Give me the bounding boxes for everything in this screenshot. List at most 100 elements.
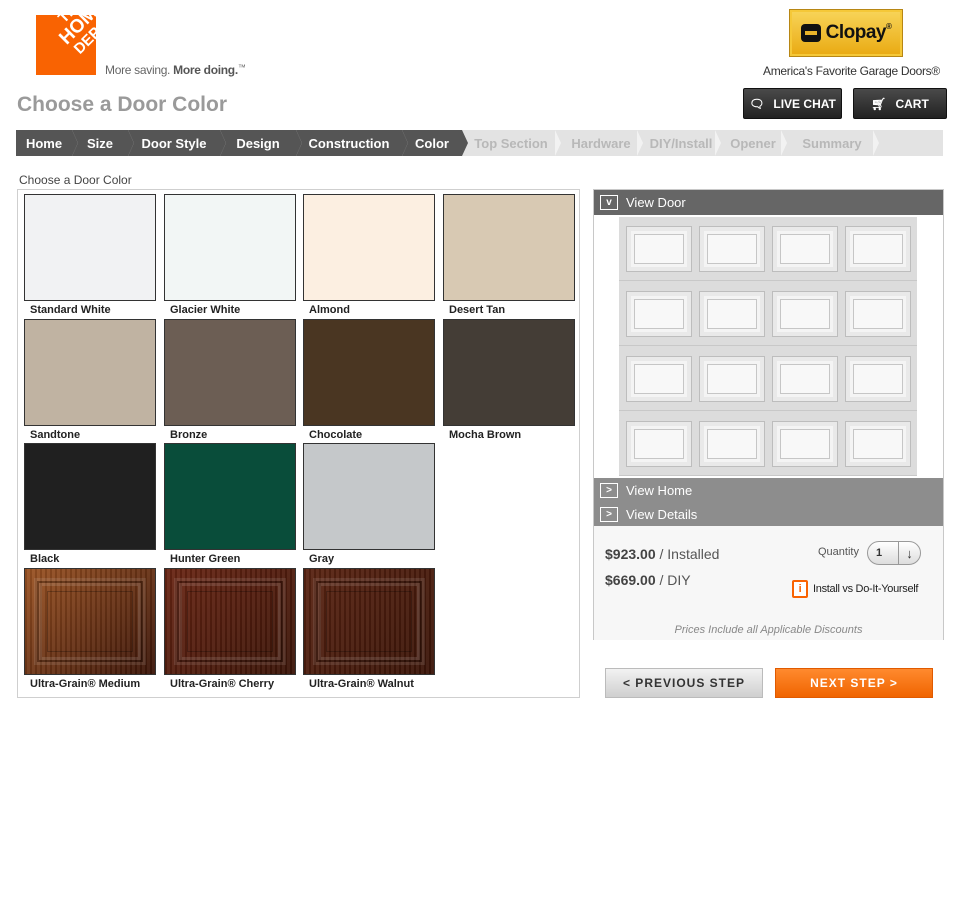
- installed-price: $923.00 / Installed: [605, 546, 720, 562]
- door-panel: [772, 421, 838, 467]
- color-swatch[interactable]: Black: [24, 443, 156, 565]
- door-panel: [772, 291, 838, 337]
- color-chip[interactable]: [164, 443, 296, 550]
- color-swatch[interactable]: Ultra-Grain® Walnut: [303, 568, 435, 690]
- door-panel: [626, 291, 692, 337]
- color-chip[interactable]: [443, 194, 575, 301]
- door-panel: [845, 291, 911, 337]
- home-depot-logo[interactable]: THE HOME DEPOT: [36, 15, 96, 75]
- color-chip[interactable]: [443, 319, 575, 426]
- step-construction[interactable]: Construction: [296, 130, 408, 156]
- view-door-toggle[interactable]: v View Door: [594, 190, 943, 215]
- install-vs-diy-link[interactable]: i Install vs Do-It-Yourself: [792, 580, 919, 598]
- color-name: Ultra-Grain® Cherry: [170, 678, 275, 690]
- color-chip[interactable]: [24, 568, 156, 675]
- door-section: [619, 347, 917, 411]
- door-panel: [626, 421, 692, 467]
- quantity-label: Quantity: [818, 546, 859, 558]
- view-door-label: View Door: [626, 195, 686, 210]
- color-swatch[interactable]: Hunter Green: [164, 443, 296, 565]
- clopay-mark-icon: [800, 24, 821, 42]
- door-panel: [699, 421, 765, 467]
- color-swatch-grid: Standard White Glacier White Almond Desert …: [17, 189, 580, 698]
- step-hardware: Hardware: [560, 130, 643, 156]
- door-panel: [699, 226, 765, 272]
- door-panel: [626, 226, 692, 272]
- color-name: Bronze: [170, 429, 208, 441]
- color-swatch[interactable]: Mocha Brown: [443, 319, 575, 441]
- color-swatch[interactable]: Chocolate: [303, 319, 435, 441]
- door-preview: [594, 215, 943, 478]
- view-details-toggle[interactable]: > View Details: [594, 502, 943, 526]
- view-details-label: View Details: [626, 506, 698, 522]
- install-vs-diy-label: Install vs Do-It-Yourself: [813, 583, 919, 595]
- color-name: Sandtone: [30, 429, 81, 441]
- color-swatch[interactable]: Bronze: [164, 319, 296, 441]
- color-section-label: Choose a Door Color: [19, 173, 132, 187]
- live-chat-button[interactable]: 🗨 LIVE CHAT: [743, 88, 842, 119]
- expand-icon: v: [600, 195, 618, 210]
- color-chip[interactable]: [303, 443, 435, 550]
- step-design[interactable]: Design: [220, 130, 302, 156]
- previous-step-button[interactable]: < PREVIOUS STEP: [605, 668, 763, 698]
- color-swatch[interactable]: Ultra-Grain® Cherry: [164, 568, 296, 690]
- door-panel: [845, 421, 911, 467]
- cart-button[interactable]: 🛒︎ CART: [853, 88, 947, 119]
- quantity-value: 1: [876, 547, 883, 559]
- color-name: Desert Tan: [449, 304, 506, 316]
- color-name: Glacier White: [170, 304, 241, 316]
- arrow-down-icon: ↓: [898, 542, 920, 564]
- door-panel: [699, 356, 765, 402]
- quantity-select[interactable]: 1 ↓: [867, 541, 921, 565]
- view-panel: v View Door > View Home > View Details $…: [593, 189, 944, 640]
- step-diy-install: DIY/Install: [642, 130, 721, 156]
- cart-icon: 🛒︎: [871, 96, 887, 111]
- step-top-section: Top Section: [462, 130, 561, 156]
- clopay-logo[interactable]: Clopay®: [789, 9, 903, 57]
- view-home-toggle[interactable]: > View Home: [594, 478, 943, 502]
- color-chip[interactable]: [24, 443, 156, 550]
- home-depot-logo-text: THE HOME DEPOT: [55, 15, 96, 58]
- collapse-icon: >: [600, 483, 618, 498]
- step-home[interactable]: Home: [16, 130, 78, 156]
- color-name: Ultra-Grain® Medium: [30, 678, 141, 690]
- color-chip[interactable]: [303, 319, 435, 426]
- door-panel: [845, 356, 911, 402]
- color-swatch[interactable]: Sandtone: [24, 319, 156, 441]
- live-chat-label: LIVE CHAT: [773, 96, 836, 111]
- color-chip[interactable]: [164, 568, 296, 675]
- color-chip[interactable]: [164, 319, 296, 426]
- color-chip[interactable]: [24, 194, 156, 301]
- color-chip[interactable]: [303, 568, 435, 675]
- step-opener: Opener: [720, 130, 787, 156]
- next-step-button[interactable]: NEXT STEP >: [775, 668, 933, 698]
- step-size[interactable]: Size: [72, 130, 134, 156]
- page: THE HOME DEPOT More saving. More doing.™…: [0, 0, 965, 920]
- step-door-style[interactable]: Door Style: [128, 130, 226, 156]
- clopay-tagline: America's Favorite Garage Doors®: [763, 64, 940, 78]
- home-depot-tagline: More saving. More doing.™: [105, 63, 246, 77]
- price-area: $923.00 / Installed $669.00 / DIY Quanti…: [594, 526, 943, 640]
- garage-door-image: [619, 217, 917, 476]
- door-panel: [845, 226, 911, 272]
- page-title: Choose a Door Color: [17, 93, 228, 116]
- clopay-wordmark: Clopay®: [825, 22, 892, 43]
- color-swatch[interactable]: Glacier White: [164, 194, 296, 316]
- color-chip[interactable]: [164, 194, 296, 301]
- color-swatch[interactable]: Desert Tan: [443, 194, 575, 316]
- color-chip[interactable]: [24, 319, 156, 426]
- color-swatch[interactable]: Standard White: [24, 194, 156, 316]
- color-swatch[interactable]: Almond: [303, 194, 435, 316]
- color-name: Chocolate: [309, 429, 363, 441]
- info-icon: i: [792, 580, 808, 598]
- color-name: Almond: [309, 304, 350, 316]
- color-swatch[interactable]: Gray: [303, 443, 435, 565]
- step-color[interactable]: Color: [402, 130, 468, 156]
- color-name: Standard White: [30, 304, 111, 316]
- cart-label: CART: [895, 96, 929, 111]
- door-section: [619, 412, 917, 476]
- color-chip[interactable]: [303, 194, 435, 301]
- color-swatch[interactable]: Ultra-Grain® Medium: [24, 568, 156, 690]
- diy-price: $669.00 / DIY: [605, 572, 691, 588]
- view-home-label: View Home: [626, 482, 693, 498]
